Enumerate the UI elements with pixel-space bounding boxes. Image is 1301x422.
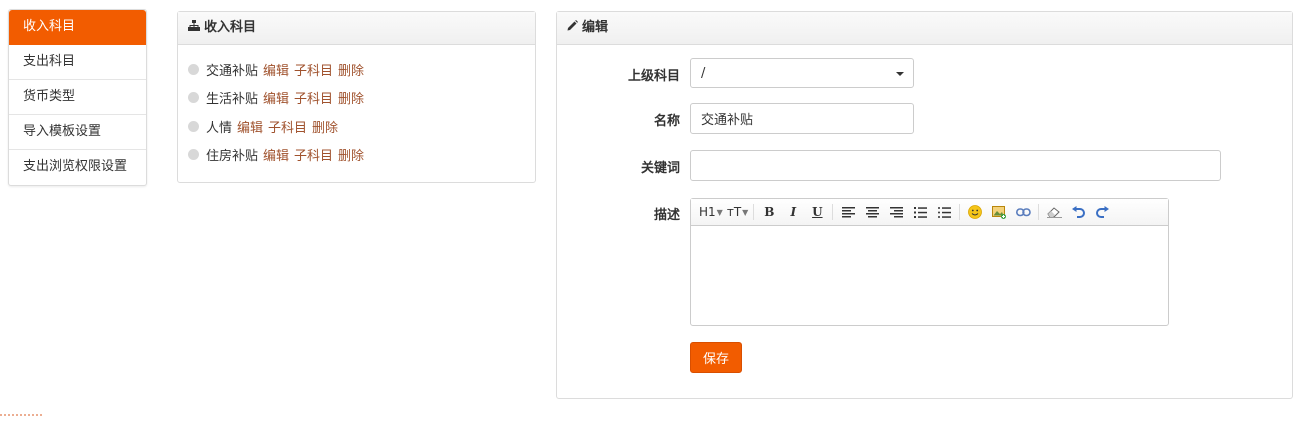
editor-content-area[interactable] <box>691 226 1168 325</box>
bold-button[interactable]: B <box>759 202 779 222</box>
heading-button[interactable]: H1 ▼ <box>699 202 723 222</box>
subcategory-link[interactable]: 子科目 <box>294 60 333 79</box>
link-icon[interactable] <box>1013 202 1033 222</box>
name-input-value: 交通补贴 <box>701 113 754 128</box>
list-item: 人情 编辑 子科目 删除 <box>188 112 535 141</box>
undo-icon[interactable] <box>1068 202 1088 222</box>
category-name: 人情 <box>206 120 233 136</box>
redo-icon[interactable] <box>1092 202 1112 222</box>
align-right-icon[interactable] <box>886 202 906 222</box>
toolbar-divider <box>1038 204 1040 220</box>
parent-category-select[interactable]: / <box>690 58 914 88</box>
pencil-icon <box>567 12 578 44</box>
underline-button[interactable]: U <box>807 202 827 222</box>
name-input[interactable]: 交通补贴 <box>690 103 914 134</box>
italic-button[interactable]: I <box>783 202 803 222</box>
left-nav: 收入科目 支出科目 货币类型 导入模板设置 支出浏览权限设置 <box>8 9 147 186</box>
description-label: 描述 <box>653 208 680 223</box>
decorative-mark <box>0 414 42 422</box>
editor-toolbar: H1 ▼ тT ▼ B I U <box>691 199 1168 226</box>
list-item: 住房补贴 编辑 子科目 删除 <box>188 141 535 170</box>
category-name: 住房补贴 <box>206 149 259 165</box>
align-center-icon[interactable] <box>862 202 882 222</box>
font-size-button[interactable]: тT ▼ <box>727 202 748 222</box>
keyword-label: 关键词 <box>640 161 680 176</box>
eraser-icon[interactable] <box>1044 202 1064 222</box>
nav-item-income[interactable]: 收入科目 <box>9 10 146 45</box>
parent-category-value: / <box>701 65 706 81</box>
bullet-icon <box>188 63 199 75</box>
edit-panel: 编辑 上级科目 / 名称 交通补贴 关键词 描述 H1▼ тT▼ B I U <box>556 11 1293 399</box>
category-name: 交通补贴 <box>206 63 259 79</box>
nav-item-currency[interactable]: 货币类型 <box>9 80 146 115</box>
bullet-icon <box>188 120 199 132</box>
ordered-list-icon[interactable] <box>910 202 930 222</box>
category-name: 生活补贴 <box>206 92 259 108</box>
unordered-list-icon[interactable] <box>934 202 954 222</box>
subcategory-link[interactable]: 子科目 <box>294 145 333 164</box>
rich-text-editor: H1 ▼ тT ▼ B I U <box>690 198 1169 326</box>
category-list: 交通补贴 编辑 子科目 删除 生活补贴 编辑 子科目 删除 人情 编辑 子科目 … <box>178 45 535 169</box>
name-label: 名称 <box>653 114 680 129</box>
toolbar-divider <box>832 204 834 220</box>
align-left-icon[interactable] <box>838 202 858 222</box>
nav-item-import-template[interactable]: 导入模板设置 <box>9 115 146 150</box>
delete-link[interactable]: 删除 <box>338 60 364 79</box>
image-icon[interactable] <box>989 202 1009 222</box>
edit-link[interactable]: 编辑 <box>263 60 289 79</box>
delete-link[interactable]: 删除 <box>338 145 364 164</box>
tree-panel-title: 收入科目 <box>204 20 257 35</box>
delete-link[interactable]: 删除 <box>338 88 364 107</box>
nav-item-expense[interactable]: 支出科目 <box>9 45 146 80</box>
edit-link[interactable]: 编辑 <box>263 145 289 164</box>
edit-link[interactable]: 编辑 <box>237 117 263 136</box>
edit-panel-header: 编辑 <box>557 12 1292 45</box>
save-button[interactable]: 保存 <box>690 342 742 373</box>
emoji-icon[interactable] <box>965 202 985 222</box>
edit-panel-title: 编辑 <box>582 20 609 35</box>
nav-item-expense-permission[interactable]: 支出浏览权限设置 <box>9 150 146 185</box>
delete-link[interactable]: 删除 <box>312 117 338 136</box>
subcategory-link[interactable]: 子科目 <box>294 88 333 107</box>
subcategory-link[interactable]: 子科目 <box>268 117 307 136</box>
bullet-icon <box>188 92 199 104</box>
tree-panel-header: 收入科目 <box>178 12 535 45</box>
category-tree-panel: 收入科目 交通补贴 编辑 子科目 删除 生活补贴 编辑 子科目 删除 人情 编辑… <box>177 11 536 183</box>
parent-category-label: 上级科目 <box>627 69 680 84</box>
edit-link[interactable]: 编辑 <box>263 88 289 107</box>
sitemap-icon <box>188 12 200 44</box>
list-item: 生活补贴 编辑 子科目 删除 <box>188 84 535 113</box>
toolbar-divider <box>753 204 755 220</box>
toolbar-divider <box>959 204 961 220</box>
chevron-down-icon <box>896 72 904 76</box>
keyword-input[interactable] <box>690 150 1221 181</box>
list-item: 交通补贴 编辑 子科目 删除 <box>188 55 535 84</box>
bullet-icon <box>188 149 199 161</box>
